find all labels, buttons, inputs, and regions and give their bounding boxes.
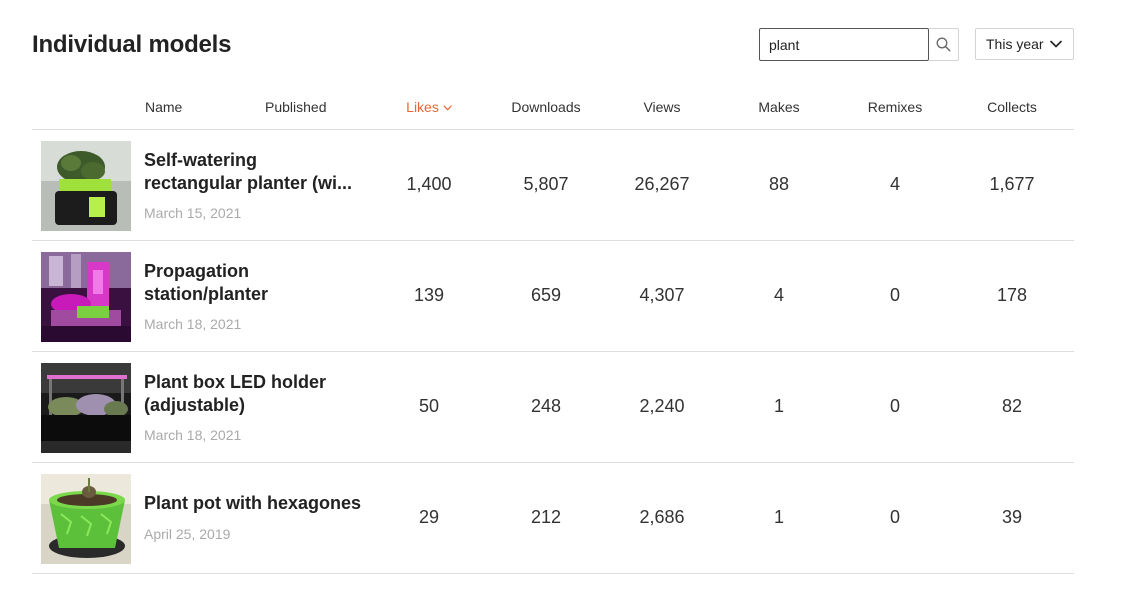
table-row[interactable]: Self-watering rectangular planter (wi...… xyxy=(32,130,1074,241)
likes-count: 139 xyxy=(413,285,445,305)
model-title[interactable]: Plant box LED holder (adjustable) xyxy=(144,371,372,417)
column-header-views[interactable]: Views xyxy=(643,99,680,115)
search-box xyxy=(759,28,959,61)
downloads-count: 5,807 xyxy=(523,174,569,194)
views-count: 2,686 xyxy=(639,507,685,527)
column-header-downloads[interactable]: Downloads xyxy=(511,99,580,115)
views-count: 26,267 xyxy=(634,174,690,194)
sort-desc-icon xyxy=(443,105,452,111)
remixes-count: 0 xyxy=(889,396,901,416)
model-title[interactable]: Propagation station/planter xyxy=(144,260,372,306)
model-thumbnail[interactable] xyxy=(41,141,131,231)
column-header-remixes[interactable]: Remixes xyxy=(868,99,922,115)
model-thumbnail[interactable] xyxy=(41,252,131,342)
model-title[interactable]: Self-watering rectangular planter (wi... xyxy=(144,149,372,195)
downloads-count: 659 xyxy=(530,285,562,305)
downloads-count: 212 xyxy=(530,507,562,527)
column-header-likes-label: Likes xyxy=(406,99,439,115)
published-date: March 18, 2021 xyxy=(144,316,242,332)
makes-count: 1 xyxy=(773,507,785,527)
collects-count: 178 xyxy=(996,285,1028,305)
search-input[interactable] xyxy=(759,28,929,61)
makes-count: 4 xyxy=(773,285,785,305)
remixes-count: 0 xyxy=(889,285,901,305)
table-row[interactable]: Plant box LED holder (adjustable) March … xyxy=(32,352,1074,463)
period-dropdown-label: This year xyxy=(986,36,1044,52)
likes-count: 29 xyxy=(418,507,440,527)
column-header-published[interactable]: Published xyxy=(265,99,327,115)
model-title[interactable]: Plant pot with hexagones xyxy=(144,492,372,515)
model-thumbnail[interactable] xyxy=(41,474,131,564)
column-header-collects[interactable]: Collects xyxy=(987,99,1037,115)
search-icon xyxy=(936,37,951,52)
likes-count: 50 xyxy=(418,396,440,416)
search-button[interactable] xyxy=(929,28,959,61)
published-date: March 18, 2021 xyxy=(144,427,242,443)
collects-count: 1,677 xyxy=(989,174,1035,194)
column-header-name[interactable]: Name xyxy=(145,99,182,115)
views-count: 4,307 xyxy=(639,285,685,305)
published-date: April 25, 2019 xyxy=(144,526,231,542)
makes-count: 88 xyxy=(768,174,790,194)
remixes-count: 4 xyxy=(889,174,901,194)
downloads-count: 248 xyxy=(530,396,562,416)
period-dropdown[interactable]: This year xyxy=(975,28,1074,60)
remixes-count: 0 xyxy=(889,507,901,527)
table-row[interactable]: Plant pot with hexagones April 25, 2019 … xyxy=(32,463,1074,574)
chevron-down-icon xyxy=(1049,40,1062,48)
likes-count: 1,400 xyxy=(406,174,452,194)
published-date: March 15, 2021 xyxy=(144,205,242,221)
collects-count: 39 xyxy=(1001,507,1023,527)
views-count: 2,240 xyxy=(639,396,685,416)
column-header-makes[interactable]: Makes xyxy=(758,99,799,115)
model-thumbnail[interactable] xyxy=(41,363,131,453)
table-header: Name Published Likes Downloads Views Mak… xyxy=(32,92,1074,130)
table-row[interactable]: Propagation station/planter March 18, 20… xyxy=(32,241,1074,352)
page-title: Individual models xyxy=(32,31,232,58)
makes-count: 1 xyxy=(773,396,785,416)
collects-count: 82 xyxy=(1001,396,1023,416)
column-header-likes[interactable]: Likes xyxy=(406,99,452,115)
